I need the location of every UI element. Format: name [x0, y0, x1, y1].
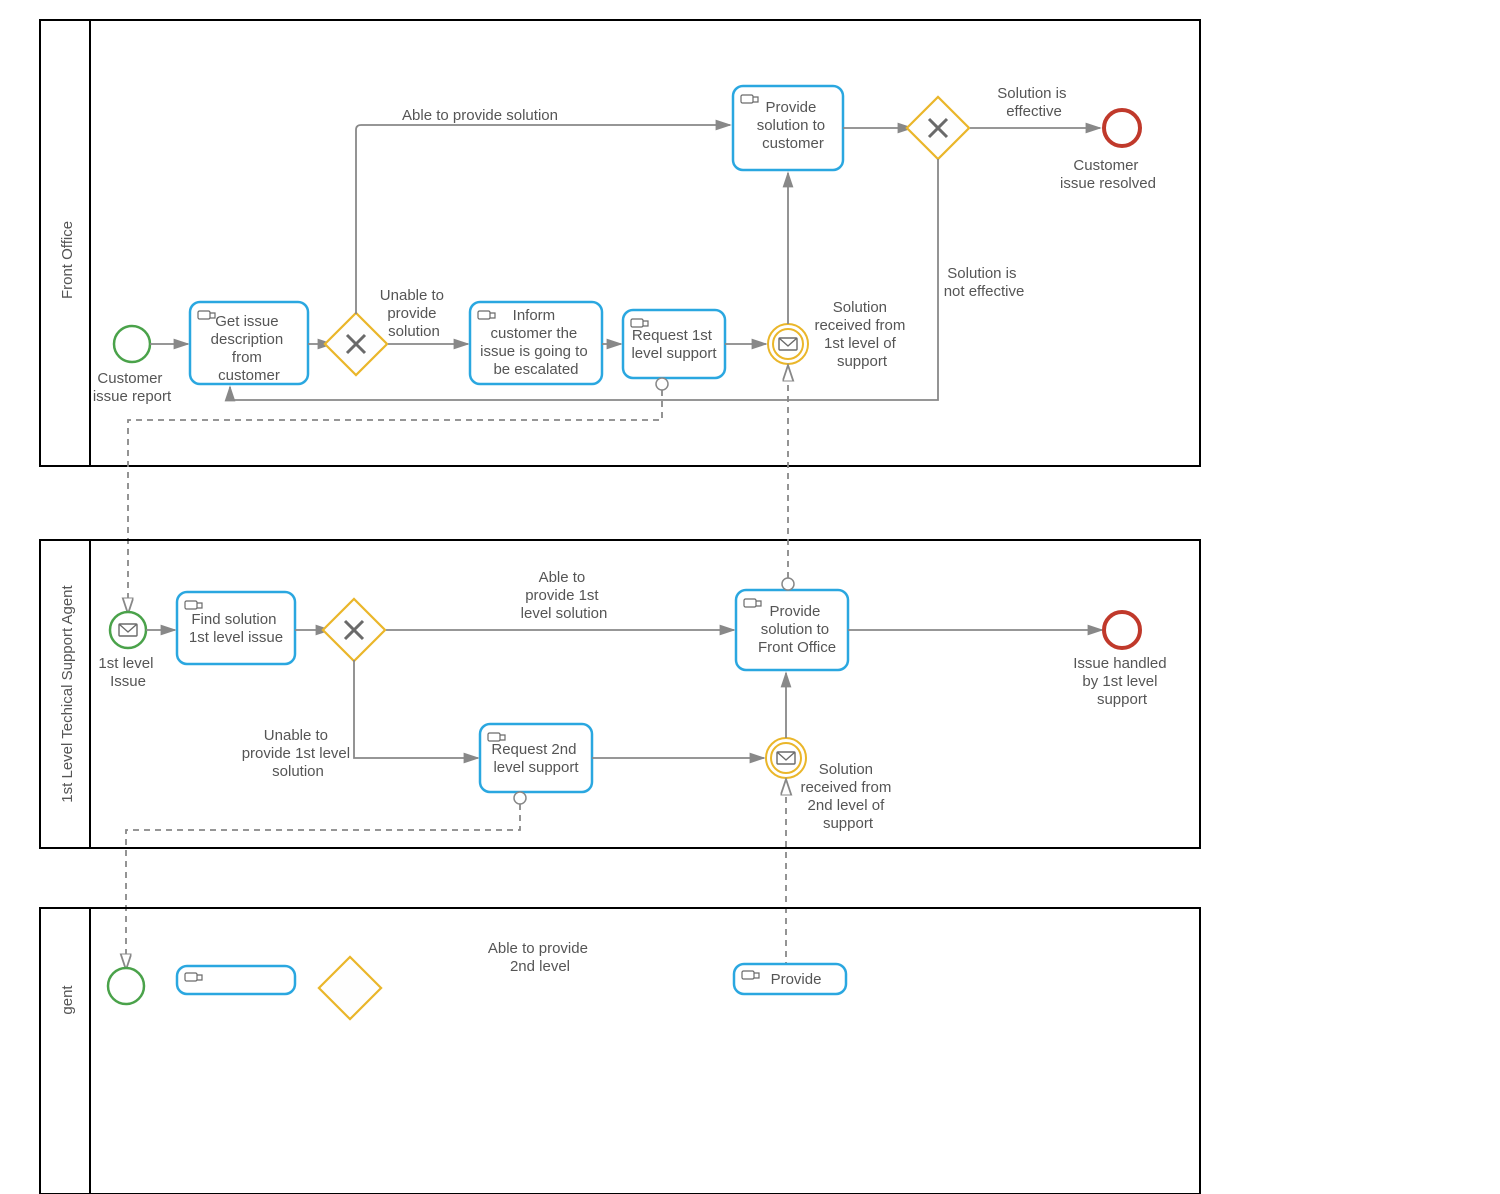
task-request-l2: [480, 724, 592, 792]
intermediate-event-solution-l2: [766, 738, 806, 778]
start-event-label: Customer issue report: [93, 370, 172, 405]
end-event-resolved-label: Customer issue resolved: [1060, 157, 1156, 192]
gateway-l1-solution: [323, 599, 385, 661]
label-not-effective: Solution is not effective: [944, 265, 1025, 300]
start-event-l1-issue: [110, 612, 146, 648]
pool-label-front-office: Front Office: [59, 221, 76, 299]
start-event-customer-report: [114, 326, 150, 362]
label-able-l2: Able to provide 2nd level: [488, 940, 592, 975]
task-request-l1-label: Request 1st level support: [631, 327, 717, 362]
pool-header-l2-agent: [40, 908, 90, 1194]
pool-label-l1: 1st Level Techical Support Agent: [59, 584, 76, 802]
flow: [356, 125, 730, 314]
task-find-l1: [177, 592, 295, 664]
gateway-solution: [325, 313, 387, 375]
gateway-effective: [907, 97, 969, 159]
start-event-l2-partial: [108, 968, 144, 1004]
end-event-resolved: [1104, 110, 1140, 146]
pool-l2-agent: [40, 908, 1200, 1194]
task-request-l2-label: Request 2nd level support: [491, 741, 580, 776]
task-find-l1-label: Find solution 1st level issue: [189, 611, 283, 646]
start-event-l1-label: 1st level Issue: [98, 655, 157, 690]
label-able-l1: Able to provide 1st level solution: [521, 569, 608, 622]
intermediate-event-solution-l1: [768, 324, 808, 364]
end-event-handled-l1-label: Issue handled by 1st level support: [1073, 655, 1171, 708]
label-solution-effective: Solution is effective: [997, 85, 1070, 120]
gateway-l2-partial: [319, 957, 381, 1019]
pool-label-l2-partial: gent: [59, 985, 76, 1015]
intermediate-event-label: Solution received from 1st level of supp…: [814, 299, 909, 370]
task-request-l1: [623, 310, 725, 378]
label-unable-solution: Unable to provide solution: [380, 287, 448, 340]
message-marker-icon: [656, 378, 668, 390]
message-marker-icon: [782, 578, 794, 590]
message-flow: [126, 804, 520, 968]
task-provide-l2-label: Provide: [771, 971, 822, 988]
task-find-l2-partial: [177, 966, 295, 994]
task-provide-fo-label: Provide solution to Front Office: [758, 603, 836, 656]
task-provide-customer-label: Provide solution to customer: [757, 99, 830, 152]
intermediate-event-l2-label: Solution received from 2nd level of supp…: [800, 761, 895, 832]
flow: [354, 660, 478, 758]
end-event-handled-l1: [1104, 612, 1140, 648]
label-unable-l1: Unable to provide 1st level solution: [242, 727, 355, 780]
label-able-solution: Able to provide solution: [402, 107, 558, 124]
message-marker-icon: [514, 792, 526, 804]
pool-l1-agent: [40, 540, 1200, 848]
